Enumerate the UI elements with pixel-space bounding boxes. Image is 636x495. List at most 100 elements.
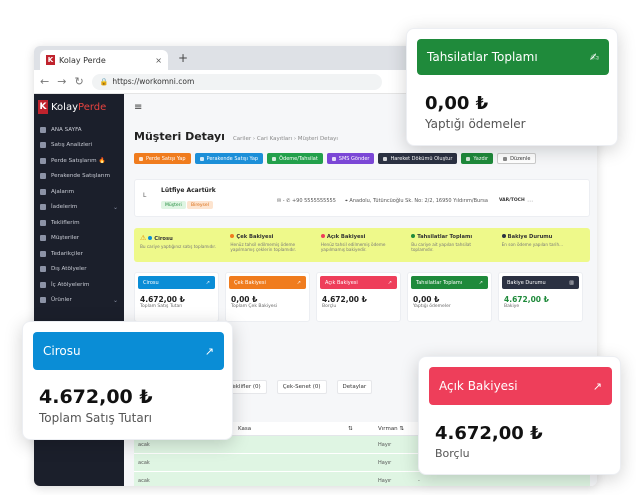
sidebar-item-icon bbox=[40, 188, 46, 195]
tahsilat-card-sub: Yaptığı ödemeler bbox=[425, 117, 526, 131]
back-icon[interactable]: ← bbox=[40, 75, 49, 88]
stat-title: Çek Bakiyesi bbox=[234, 279, 266, 286]
stat-title: Cirosu bbox=[143, 279, 159, 286]
sidebar-item-label: Perde Satışlarım bbox=[51, 157, 97, 164]
trend-up-icon: ↗ bbox=[204, 344, 214, 358]
action-icon bbox=[331, 156, 336, 161]
sidebar-item[interactable]: Satış Analizleri bbox=[34, 138, 124, 154]
more-icon[interactable]: ⋯ bbox=[527, 198, 533, 205]
stat-card: Açık Bakiyesi ↗ 4.672,00 ₺ Borçlu bbox=[316, 272, 401, 322]
stat-title: Tahsilatlar Toplamı bbox=[416, 279, 463, 286]
stat-card: Bakiye Durumu ▥ 4.672,00 ₺ Bakiye bbox=[498, 272, 583, 322]
brand-text-b: Perde bbox=[78, 101, 107, 113]
sidebar-item-icon bbox=[40, 281, 46, 288]
brand-k-icon: K bbox=[38, 100, 48, 114]
reload-icon[interactable]: ↻ bbox=[74, 75, 83, 88]
action-button[interactable]: Perakende Satışı Yap bbox=[194, 153, 264, 164]
info-desc: Henüz tahsil edilmemiş ödeme yapılmamış … bbox=[320, 242, 386, 253]
sidebar-item[interactable]: Müşteriler bbox=[34, 231, 124, 247]
sidebar-item[interactable]: Perakende Satışlarım bbox=[34, 169, 124, 185]
column-header[interactable]: Vırman ⇅ bbox=[374, 426, 414, 432]
customer-card: L Lütfiye Acartürk Müşteri Bireysel ✉ - … bbox=[134, 179, 590, 217]
stat-value: 4.672,00 ₺ bbox=[140, 295, 185, 304]
info-title: Cirosu bbox=[154, 236, 173, 242]
url-input[interactable]: 🔒 https://workomni.com bbox=[91, 73, 382, 90]
sidebar-item-label: Ajalarım bbox=[51, 188, 75, 195]
sidebar-item-label: Müşteriler bbox=[51, 235, 80, 242]
info-item: Bakiye Durumu En son ödeme yapılan tarih.… bbox=[501, 234, 584, 256]
forward-icon[interactable]: → bbox=[57, 75, 66, 88]
brand-logo[interactable]: K Kolay Perde bbox=[34, 100, 124, 122]
customer-name: Lütfiye Acartürk bbox=[161, 187, 216, 194]
hand-money-icon: ✍ bbox=[589, 50, 599, 64]
action-button[interactable]: Perde Satışı Yap bbox=[134, 153, 191, 164]
tab-detaylar[interactable]: Detaylar bbox=[336, 380, 373, 394]
cirosu-card-title: Cirosu bbox=[43, 344, 81, 358]
sidebar-item[interactable]: ANA SAYFA bbox=[34, 122, 124, 138]
info-item: ⚠ Cirosu Bu cariye yaptığınız satış toplam… bbox=[140, 234, 222, 256]
stat-value: 4.672,00 ₺ bbox=[504, 295, 549, 304]
stat-sub: Borçlu bbox=[322, 304, 337, 309]
cirosu-card-sub: Toplam Satış Tutarı bbox=[39, 411, 152, 425]
action-button[interactable]: Ödeme/Tahsilat bbox=[267, 153, 323, 164]
action-button[interactable]: SMS Gönder bbox=[326, 153, 375, 164]
action-button[interactable]: Hareket Dökümü Oluştur bbox=[378, 153, 458, 164]
sidebar-item-icon bbox=[40, 219, 46, 226]
trend-icon: ↗ bbox=[296, 279, 301, 286]
cirosu-card-header: Cirosu ↗ bbox=[33, 332, 224, 370]
sidebar-item[interactable]: İç Atölyelerim bbox=[34, 277, 124, 293]
sidebar-item-label: Ürünler bbox=[51, 297, 72, 304]
lock-icon: 🔒 bbox=[99, 77, 109, 86]
action-label: Hareket Dökümü Oluştur bbox=[390, 155, 453, 162]
sidebar-item[interactable]: Tedarikçiler bbox=[34, 246, 124, 262]
info-banner: ⚠ Cirosu Bu cariye yaptığınız satış toplam… bbox=[134, 228, 590, 262]
stat-header: Bakiye Durumu ▥ bbox=[502, 276, 579, 289]
detail-tabs: Teklifler (0) Çek-Senet (0) Detaylar bbox=[224, 380, 373, 394]
customer-address: ⌖ Anadolu, Tütüncüoğlu Sk. No: 2/2, 1695… bbox=[345, 198, 488, 204]
info-item: Çek Bakiyesi Henüz tahsil edilmemiş ödeme… bbox=[230, 234, 312, 256]
acik-bakiye-card-value: 4.672,00 ₺ bbox=[435, 423, 543, 444]
tab-cek-senet[interactable]: Çek-Senet (0) bbox=[276, 380, 327, 394]
sidebar-item-label: İadelerim bbox=[51, 204, 78, 211]
stat-sub: Yaptığı ödemeler bbox=[413, 304, 451, 309]
stat-title: Bakiye Durumu bbox=[507, 279, 546, 286]
stat-card: Tahsilatlar Toplamı ↗ 0,00 ₺ Yaptığı ödemel… bbox=[407, 272, 492, 322]
sidebar-item-label: Perakende Satışlarım bbox=[51, 173, 111, 180]
table-cell: - bbox=[418, 477, 420, 484]
sidebar-item[interactable]: Perde Satışlarım 🔥 bbox=[34, 153, 124, 169]
chevron-down-icon: ⌄ bbox=[112, 203, 118, 211]
menu-icon[interactable]: ≡ bbox=[134, 102, 142, 113]
sidebar-item-icon bbox=[40, 235, 46, 242]
stat-value: 4.672,00 ₺ bbox=[322, 295, 367, 304]
tahsilat-card-header: Tahsilatlar Toplamı ✍ bbox=[417, 39, 609, 75]
stat-header: Tahsilatlar Toplamı ↗ bbox=[411, 276, 488, 289]
info-title: Bakiye Durumu bbox=[507, 234, 553, 240]
sidebar-item-label: Dış Atölyeler bbox=[51, 266, 87, 273]
sidebar-item-icon bbox=[40, 204, 46, 211]
stat-value: 0,00 ₺ bbox=[413, 295, 440, 304]
sidebar-item[interactable]: Ürünler ⌄ bbox=[34, 293, 124, 309]
new-tab-icon[interactable]: + bbox=[178, 51, 188, 65]
page-title: Müşteri Detayı bbox=[134, 130, 225, 143]
info-desc: Henüz tahsil edilmemiş ödeme yapılmamış … bbox=[230, 242, 297, 253]
column-header[interactable]: ⇅ bbox=[344, 426, 374, 432]
browser-tab[interactable]: K Kolay Perde × bbox=[40, 50, 168, 70]
sidebar-item[interactable]: Tekliflerim bbox=[34, 215, 124, 231]
action-label: Perakende Satışı Yap bbox=[206, 155, 259, 162]
info-title: Çek Bakiyesi bbox=[236, 234, 274, 240]
sidebar-item[interactable]: İadelerim ⌄ bbox=[34, 200, 124, 216]
breadcrumb[interactable]: Cariler › Cari Kayıtları › Müşteri Detay… bbox=[233, 136, 338, 142]
stat-value: 0,00 ₺ bbox=[231, 295, 258, 304]
column-header[interactable]: Kasa bbox=[234, 426, 344, 432]
info-desc: Bu cariye yaptığınız satış toplamıdır. bbox=[140, 244, 217, 249]
bullet-icon bbox=[411, 234, 416, 238]
stat-card: Çek Bakiyesi ↗ 0,00 ₺ Toplam Çek Bakiyesi bbox=[225, 272, 310, 322]
sidebar-item-icon bbox=[40, 173, 46, 180]
sidebar-item[interactable]: Dış Atölyeler bbox=[34, 262, 124, 278]
close-tab-icon[interactable]: × bbox=[155, 56, 162, 65]
info-title: Tahsilatlar Toplamı bbox=[417, 234, 473, 240]
sidebar-item[interactable]: Ajalarım bbox=[34, 184, 124, 200]
sidebar-item-icon bbox=[40, 266, 46, 273]
action-button[interactable]: Düzenle bbox=[497, 153, 537, 164]
action-button[interactable]: Yazdır bbox=[461, 153, 494, 164]
